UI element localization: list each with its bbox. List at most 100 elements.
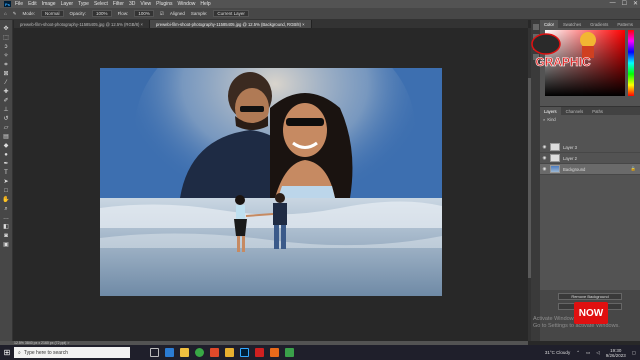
- logo-text: GRAPHIC: [535, 55, 591, 69]
- menu-filter[interactable]: Filter: [113, 1, 124, 7]
- clock-date: 9/26/2023: [605, 352, 626, 358]
- menu-help[interactable]: Help: [200, 1, 210, 7]
- task-view-icon[interactable]: [150, 348, 159, 357]
- quick-select-tool-icon[interactable]: ✧: [2, 53, 10, 60]
- maximize-button[interactable]: ☐: [622, 0, 627, 7]
- tray-arrow-icon[interactable]: ⌃: [576, 350, 580, 356]
- menu-layer[interactable]: Layer: [61, 1, 74, 7]
- type-tool-icon[interactable]: T: [2, 170, 10, 177]
- tab-color[interactable]: Color: [540, 20, 559, 28]
- chrome-icon[interactable]: [195, 348, 204, 357]
- kind-select[interactable]: Kind: [547, 117, 555, 122]
- flow-input[interactable]: 100%: [134, 10, 154, 17]
- hand-tool-icon[interactable]: ✋: [2, 197, 10, 204]
- visibility-eye-icon[interactable]: ◉: [542, 155, 547, 161]
- photoshop-app-icon[interactable]: Ps: [4, 1, 11, 7]
- notifications-icon[interactable]: ▢: [632, 350, 636, 356]
- menu-3d[interactable]: 3D: [129, 1, 135, 7]
- crop-tool-icon[interactable]: ⌗: [2, 62, 10, 69]
- tab-gradients[interactable]: Gradients: [586, 20, 612, 28]
- app-red-icon[interactable]: [255, 348, 264, 357]
- logo-graphic: GRAPHIC: [531, 32, 596, 69]
- woman-portrait: [270, 93, 353, 198]
- eyedropper-tool-icon[interactable]: ⁄: [2, 80, 10, 87]
- taskbar-search-box[interactable]: ⌕ Type here to search: [14, 347, 130, 358]
- couple-photo-illustration: [100, 68, 442, 296]
- windows-start-icon[interactable]: ⊞: [0, 345, 14, 360]
- layer-thumbnail: [550, 154, 560, 162]
- layers-panel: Layers Channels Paths ⌕ Kind ◉ Layer 3 ◉…: [540, 106, 640, 306]
- rectangle-tool-icon[interactable]: □: [2, 188, 10, 195]
- frame-tool-icon[interactable]: ⊠: [2, 71, 10, 78]
- tab-channels[interactable]: Channels: [562, 107, 588, 115]
- document-canvas-image[interactable]: [100, 68, 442, 296]
- office-icon[interactable]: [210, 348, 219, 357]
- tab-patterns[interactable]: Patterns: [613, 20, 637, 28]
- foreground-background-color-icon[interactable]: ◧: [2, 224, 10, 231]
- clone-stamp-icon[interactable]: ✎: [13, 11, 17, 17]
- layer-thumbnail: [550, 165, 560, 173]
- menu-view[interactable]: View: [140, 1, 151, 7]
- visibility-eye-icon[interactable]: ◉: [542, 144, 547, 150]
- close-button[interactable]: ✕: [633, 0, 638, 7]
- healing-brush-tool-icon[interactable]: ✚: [2, 89, 10, 96]
- brush-tool-icon[interactable]: ✐: [2, 98, 10, 105]
- blur-tool-icon[interactable]: ◆: [2, 143, 10, 150]
- pen-tool-icon[interactable]: ✒: [2, 161, 10, 168]
- history-brush-tool-icon[interactable]: ↺: [2, 116, 10, 123]
- quick-mask-icon[interactable]: ◙: [2, 233, 10, 240]
- document-tab-active[interactable]: prewebi-film-shoot-photography-11585405.…: [150, 20, 312, 28]
- dodge-tool-icon[interactable]: ●: [2, 152, 10, 159]
- weather-text[interactable]: 31°C Cloudy: [545, 350, 570, 355]
- aligned-checkbox[interactable]: ☑: [160, 11, 164, 17]
- hue-slider[interactable]: [628, 30, 634, 96]
- menu-select[interactable]: Select: [94, 1, 108, 7]
- menu-edit[interactable]: Edit: [28, 1, 37, 7]
- taskbar-pinned-apps: [150, 348, 294, 357]
- opacity-input[interactable]: 100%: [92, 10, 112, 17]
- search-placeholder: Type here to search: [23, 349, 69, 356]
- photoshop-taskbar-icon[interactable]: [240, 348, 249, 357]
- clone-stamp-tool-icon[interactable]: ⊥: [2, 107, 10, 114]
- document-tab[interactable]: preweb-film-shoot-photography-11585405.j…: [14, 20, 151, 28]
- app-green-icon[interactable]: [285, 348, 294, 357]
- layer-row-selected[interactable]: ◉ Background 🔒: [540, 164, 640, 175]
- path-selection-tool-icon[interactable]: ➤: [2, 179, 10, 186]
- eraser-tool-icon[interactable]: ▱: [2, 125, 10, 132]
- folder-icon[interactable]: [225, 348, 234, 357]
- home-icon[interactable]: ⌂: [4, 11, 7, 16]
- file-explorer-icon[interactable]: [180, 348, 189, 357]
- screen-mode-icon[interactable]: ▣: [2, 242, 10, 249]
- menu-window[interactable]: Window: [178, 1, 196, 7]
- tab-paths[interactable]: Paths: [588, 107, 607, 115]
- app-orange-icon[interactable]: [270, 348, 279, 357]
- edge-icon[interactable]: [165, 348, 174, 357]
- menu-plugins[interactable]: Plugins: [156, 1, 172, 7]
- zoom-tool-icon[interactable]: ⌕: [2, 206, 10, 213]
- visibility-eye-icon[interactable]: ◉: [542, 166, 547, 172]
- lock-icon: 🔒: [630, 166, 636, 171]
- remove-background-button[interactable]: Remove Background: [558, 293, 622, 300]
- layer-row[interactable]: ◉ Layer 3: [540, 142, 640, 153]
- sample-select[interactable]: Current Layer: [213, 10, 249, 17]
- more-tools-icon[interactable]: …: [2, 215, 10, 222]
- tools-panel: ✥ ⬚ ↄ ✧ ⌗ ⊠ ⁄ ✚ ✐ ⊥ ↺ ▱ ▤ ◆ ● ✒ T ➤ □ ✋ …: [0, 20, 13, 345]
- minimize-button[interactable]: —: [610, 0, 616, 7]
- move-tool-icon[interactable]: ✥: [2, 26, 10, 33]
- volume-icon[interactable]: ◁: [596, 350, 599, 356]
- mode-select[interactable]: Normal: [41, 10, 64, 17]
- clock[interactable]: 19:30 9/26/2023: [606, 348, 626, 358]
- menu-image[interactable]: Image: [42, 1, 56, 7]
- tab-swatches[interactable]: Swatches: [559, 20, 585, 28]
- gradient-tool-icon[interactable]: ▤: [2, 134, 10, 141]
- color-panel-tabs: Color Swatches Gradients Patterns: [540, 20, 640, 28]
- network-icon[interactable]: ▭: [586, 350, 590, 356]
- layer-name: Layer 3: [563, 144, 577, 150]
- marquee-tool-icon[interactable]: ⬚: [2, 35, 10, 42]
- menu-file[interactable]: File: [15, 1, 23, 7]
- menu-type[interactable]: Type: [78, 1, 89, 7]
- lasso-tool-icon[interactable]: ↄ: [2, 44, 10, 51]
- sample-label: Sample:: [190, 11, 208, 16]
- tab-layers[interactable]: Layers: [540, 107, 561, 115]
- layer-row[interactable]: ◉ Layer 2: [540, 153, 640, 164]
